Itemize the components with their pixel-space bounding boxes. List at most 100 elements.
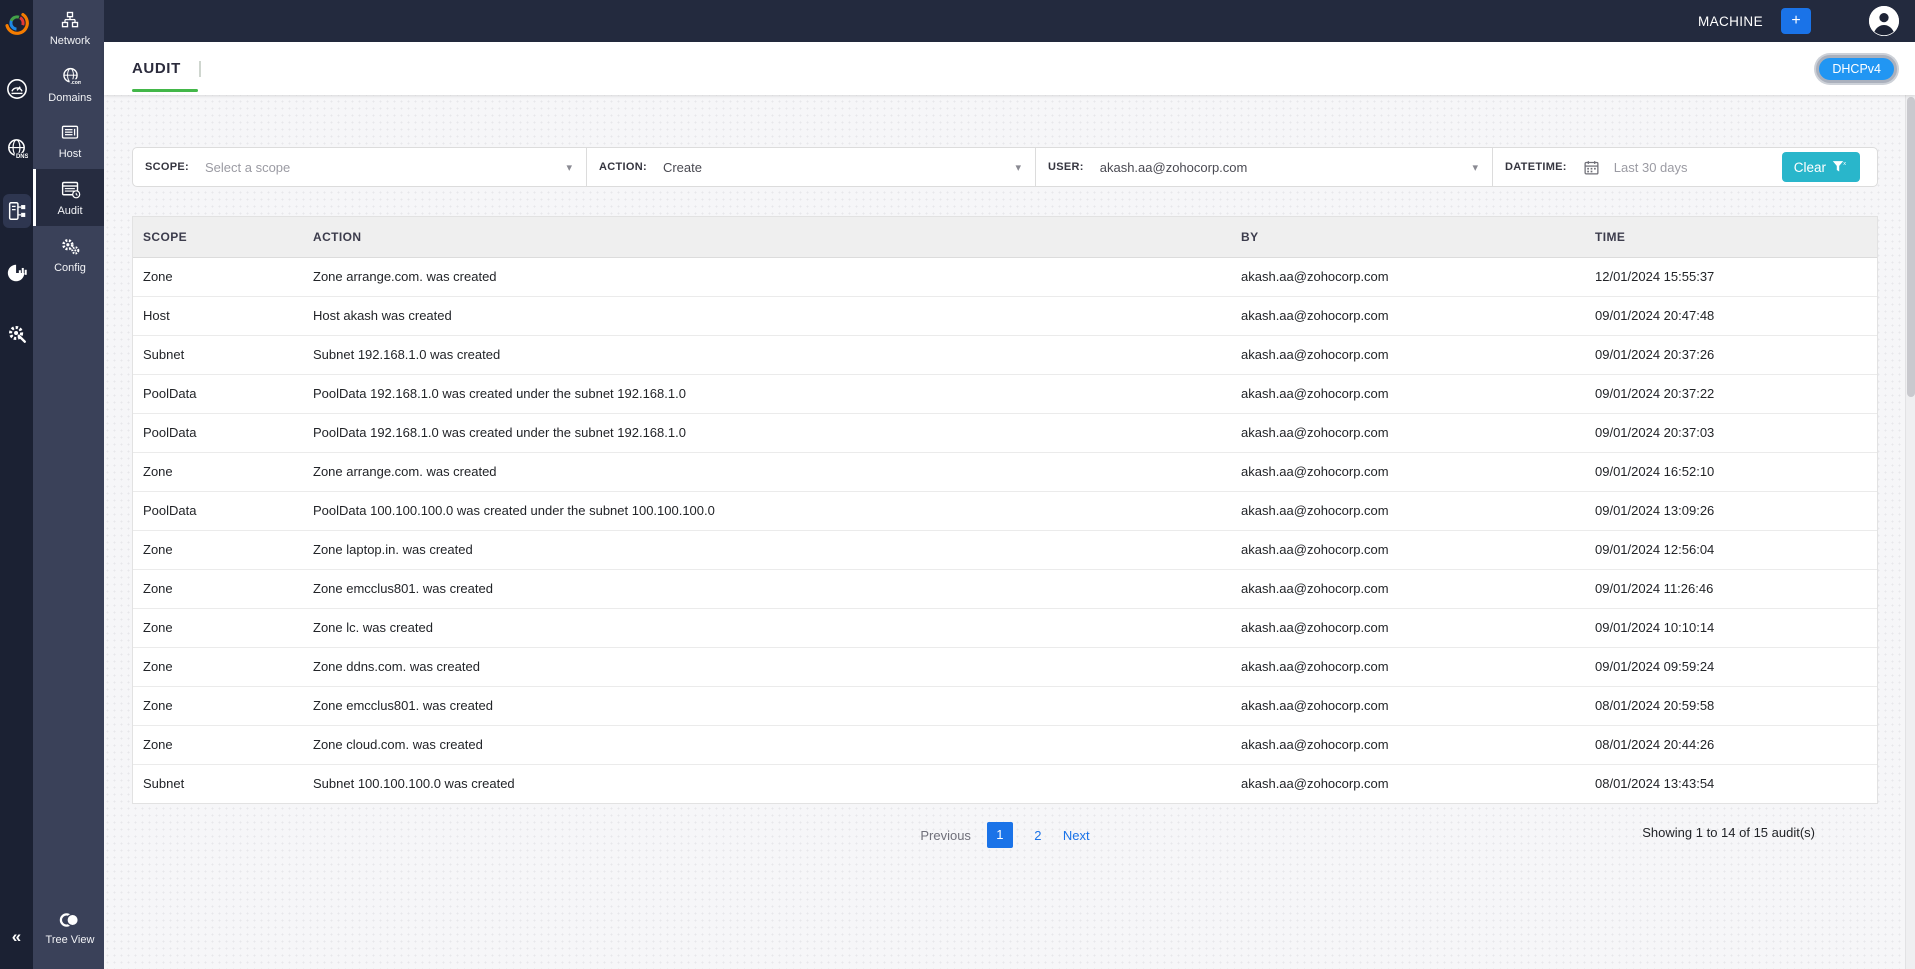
ipam-icon[interactable] bbox=[2, 194, 31, 228]
pagination-summary: Showing 1 to 14 of 15 audit(s) bbox=[1642, 825, 1815, 840]
sidebar-item-audit[interactable]: Audit bbox=[33, 169, 104, 226]
audit-table-body: Zone Zone arrange.com. was created akash.a… bbox=[133, 257, 1877, 803]
svg-text:DNS: DNS bbox=[16, 153, 28, 159]
table-row: Zone Zone lc. was created akash.aa@zohocor… bbox=[133, 608, 1877, 648]
table-row: Zone Zone arrange.com. was created akash.a… bbox=[133, 452, 1877, 492]
sidebar-item-host[interactable]: Host bbox=[33, 113, 104, 169]
tab-divider bbox=[198, 60, 201, 77]
table-cell: akash.aa@zohocorp.com bbox=[1231, 335, 1585, 375]
sidebar-item-label: Host bbox=[58, 148, 82, 160]
table-cell: PoolData bbox=[133, 374, 303, 414]
svg-text:.com: .com bbox=[70, 80, 81, 86]
table-cell: Subnet 192.168.1.0 was created bbox=[303, 335, 1231, 375]
pagination-next[interactable]: Next bbox=[1063, 828, 1090, 843]
table-cell: akash.aa@zohocorp.com bbox=[1231, 374, 1585, 414]
table-cell: 09/01/2024 16:52:10 bbox=[1585, 452, 1877, 492]
table-cell: PoolData bbox=[133, 491, 303, 531]
table-row: Zone Zone emcclus801. was created akash.aa… bbox=[133, 686, 1877, 726]
table-row: Host Host akash was created akash.aa@zohoc… bbox=[133, 296, 1877, 336]
collapse-sidebar-button[interactable]: « bbox=[0, 927, 33, 947]
table-cell: Subnet 100.100.100.0 was created bbox=[313, 776, 515, 792]
table-cell: PoolData 100.100.100.0 was created under… bbox=[303, 491, 1231, 531]
table-cell: Zone bbox=[133, 686, 303, 726]
table-cell: Zone bbox=[133, 647, 303, 687]
table-cell: Zone emcclus801. was created bbox=[303, 569, 1231, 609]
table-cell: PoolData 192.168.1.0 was created under t… bbox=[303, 374, 1231, 414]
table-cell: Zone emcclus801. was created bbox=[303, 686, 1231, 726]
column-header: BY bbox=[1231, 217, 1585, 258]
sidebar-item-domains[interactable]: .com Domains bbox=[33, 56, 104, 113]
table-cell: 12/01/2024 15:55:37 bbox=[1585, 257, 1877, 297]
pagination-page-2[interactable]: 2 bbox=[1029, 828, 1047, 843]
table-cell: 08/01/2024 20:59:58 bbox=[1585, 686, 1877, 726]
chevron-down-icon[interactable]: ▾ bbox=[566, 161, 574, 174]
table-cell: Host akash was created bbox=[303, 296, 1231, 336]
page-title: AUDIT bbox=[132, 60, 181, 77]
datetime-filter-label: DATETIME: bbox=[1505, 161, 1567, 173]
add-button[interactable]: + bbox=[1781, 8, 1811, 34]
user-filter-label: USER: bbox=[1048, 161, 1084, 173]
sidebar-item-label: Config bbox=[54, 262, 86, 274]
content: SCOPE: Select a scope ▾ ACTION: Create ▾… bbox=[104, 95, 1915, 969]
analytics-icon[interactable] bbox=[3, 258, 31, 288]
action-filter[interactable]: ACTION: Create ▾ bbox=[586, 148, 1035, 186]
audit-icon bbox=[60, 179, 81, 200]
product-logo-icon[interactable] bbox=[2, 8, 32, 38]
table-cell: 09/01/2024 10:10:14 bbox=[1585, 608, 1877, 648]
sidebar-item-config[interactable]: Config bbox=[33, 226, 104, 283]
table-cell: akash.aa@zohocorp.com bbox=[1231, 530, 1585, 570]
sidebar-item-label: Audit bbox=[57, 205, 83, 217]
protocol-badge[interactable]: DHCPv4 bbox=[1816, 54, 1897, 83]
table-row: Subnet Subnet 100.100.100.0 was created ak… bbox=[133, 764, 1877, 803]
user-filter[interactable]: USER: akash.aa@zohocorp.com ▾ bbox=[1035, 148, 1492, 186]
left-rail: DNS « bbox=[0, 0, 33, 969]
chevron-down-icon[interactable]: ▾ bbox=[1472, 161, 1480, 174]
table-cell: akash.aa@zohocorp.com bbox=[1231, 413, 1585, 453]
audit-table: SCOPE ACTION BY TIME Zone Zone arrange.com. … bbox=[132, 216, 1878, 804]
vertical-scrollbar[interactable] bbox=[1905, 42, 1915, 969]
table-cell: Zone bbox=[133, 725, 303, 765]
action-filter-label: ACTION: bbox=[599, 161, 647, 173]
dns-icon[interactable]: DNS bbox=[3, 134, 31, 164]
app-root: DNS « Network .com Domains bbox=[0, 0, 1915, 969]
sidebar-item-label: Tree View bbox=[45, 934, 95, 946]
dashboard-icon[interactable] bbox=[3, 74, 31, 104]
tab-audit[interactable]: AUDIT bbox=[132, 42, 198, 95]
table-row: Zone Zone ddns.com. was created akash.aa@z… bbox=[133, 647, 1877, 687]
chevron-down-icon[interactable]: ▾ bbox=[1015, 161, 1023, 174]
sidebar-item-network[interactable]: Network bbox=[33, 0, 104, 56]
host-icon bbox=[60, 123, 80, 143]
table-cell: 09/01/2024 13:09:26 bbox=[1585, 491, 1877, 531]
table-cell: 08/01/2024 20:44:26 bbox=[1585, 725, 1877, 765]
pagination-previous[interactable]: Previous bbox=[920, 828, 971, 843]
table-cell: 09/01/2024 09:59:24 bbox=[1585, 647, 1877, 687]
scope-filter[interactable]: SCOPE: Select a scope ▾ bbox=[133, 148, 586, 186]
table-cell: 09/01/2024 20:37:26 bbox=[1585, 335, 1877, 375]
sidebar: Network .com Domains Host Audit Config bbox=[33, 0, 104, 969]
clear-filters-button[interactable]: Clear x bbox=[1781, 152, 1860, 182]
pagination-page-1[interactable]: 1 bbox=[986, 822, 1013, 848]
table-cell: PoolData bbox=[133, 413, 303, 453]
datetime-filter[interactable]: DATETIME: Last 30 days Clear x bbox=[1492, 148, 1877, 186]
table-cell: 09/01/2024 12:56:04 bbox=[1585, 530, 1877, 570]
settings-icon[interactable] bbox=[3, 318, 31, 348]
table-cell: Zone cloud.com. was created bbox=[303, 725, 1231, 765]
scrollbar-thumb[interactable] bbox=[1907, 97, 1915, 397]
table-cell: Zone bbox=[133, 530, 303, 570]
sidebar-item-tree-view[interactable]: Tree View bbox=[33, 901, 104, 955]
user-avatar[interactable] bbox=[1869, 6, 1899, 36]
table-cell: 09/01/2024 11:26:46 bbox=[1585, 569, 1877, 609]
table-cell: 09/01/2024 20:37:22 bbox=[1585, 374, 1877, 414]
workarea: AUDIT DHCPv4 SCOPE: Select a scope ▾ ACT… bbox=[104, 42, 1915, 969]
page-header: AUDIT DHCPv4 bbox=[104, 42, 1915, 95]
table-cell: 08/01/2024 13:43:54 bbox=[1595, 776, 1715, 792]
table-cell: akash.aa@zohocorp.com bbox=[1231, 608, 1585, 648]
sidebar-item-label: Domains bbox=[48, 92, 92, 104]
table-cell: Zone arrange.com. was created bbox=[303, 452, 1231, 492]
table-cell: 09/01/2024 20:37:03 bbox=[1585, 413, 1877, 453]
table-row: Zone Zone cloud.com. was created akash.aa@… bbox=[133, 725, 1877, 765]
calendar-icon[interactable] bbox=[1583, 159, 1600, 176]
table-row: Zone Zone arrange.com. was created akash.a… bbox=[133, 257, 1877, 297]
table-cell: akash.aa@zohocorp.com bbox=[1231, 296, 1585, 336]
svg-text:x: x bbox=[1843, 161, 1846, 167]
